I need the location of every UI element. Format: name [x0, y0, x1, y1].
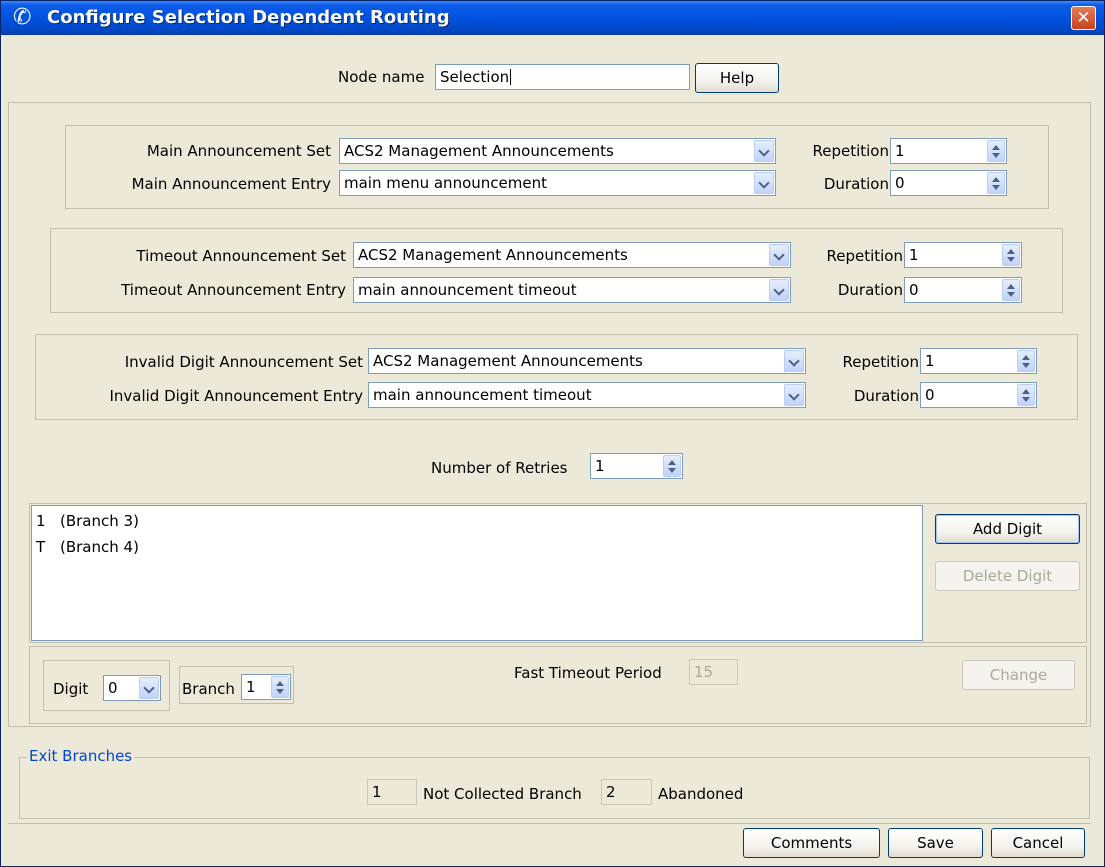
phone-icon: ✆ [13, 5, 32, 30]
window-title: Configure Selection Dependent Routing [47, 7, 450, 28]
save-button[interactable]: Save [888, 828, 983, 858]
main-repetition-spinner[interactable]: 1 [890, 138, 1007, 164]
spin-arrows-icon[interactable] [1017, 350, 1035, 372]
branch-label: Branch [182, 680, 235, 698]
close-button[interactable]: ✕ [1071, 6, 1096, 30]
timeout-entry-label: Timeout Announcement Entry [121, 281, 346, 299]
spin-arrows-icon[interactable] [1002, 244, 1020, 266]
change-button[interactable]: Change [962, 660, 1075, 690]
title-bar[interactable]: ✆ Configure Selection Dependent Routing … [1, 1, 1104, 35]
invalid-entry-select[interactable]: main announcement timeout [368, 382, 806, 408]
digit-select[interactable]: 0 [103, 675, 161, 701]
invalid-duration-label: Duration [853, 387, 919, 405]
digit-branch-list[interactable]: 1 (Branch 3) T (Branch 4) [31, 505, 923, 641]
retries-spinner[interactable]: 1 [590, 453, 683, 479]
node-name-label: Node name [338, 68, 425, 86]
invalid-repetition-spinner[interactable]: 1 [920, 348, 1037, 374]
timeout-set-label: Timeout Announcement Set [136, 247, 346, 265]
abandoned-branch-field: 2 [601, 779, 652, 805]
main-entry-label: Main Announcement Entry [131, 175, 331, 193]
retries-label: Number of Retries [431, 459, 568, 477]
dialog-window: ✆ Configure Selection Dependent Routing … [0, 0, 1105, 867]
chevron-down-icon[interactable] [769, 244, 789, 266]
spin-arrows-icon[interactable] [271, 676, 289, 698]
main-duration-label: Duration [823, 175, 889, 193]
branch-spinner[interactable]: 1 [241, 674, 291, 700]
timeout-repetition-label: Repetition [826, 247, 903, 265]
list-item[interactable]: 1 (Branch 3) [36, 512, 139, 530]
digit-label: Digit [53, 680, 89, 698]
footer-divider [8, 823, 1091, 824]
chevron-down-icon[interactable] [139, 677, 159, 699]
node-name-value: Selection [440, 68, 510, 86]
abandoned-branch-label: Abandoned [658, 785, 744, 803]
node-name-input[interactable]: Selection [435, 64, 690, 90]
exit-branches-legend: Exit Branches [27, 747, 135, 765]
main-duration-spinner[interactable]: 0 [890, 170, 1007, 196]
invalid-set-select[interactable]: ACS2 Management Announcements [368, 348, 806, 374]
timeout-repetition-spinner[interactable]: 1 [904, 242, 1022, 268]
spin-arrows-icon[interactable] [987, 172, 1005, 194]
help-button[interactable]: Help [695, 63, 779, 93]
main-set-select[interactable]: ACS2 Management Announcements [339, 138, 776, 164]
spin-arrows-icon[interactable] [1017, 384, 1035, 406]
spin-arrows-icon[interactable] [663, 455, 681, 477]
chevron-down-icon[interactable] [784, 384, 804, 406]
main-repetition-label: Repetition [812, 142, 889, 160]
not-collected-branch-label: Not Collected Branch [423, 785, 582, 803]
spin-arrows-icon[interactable] [987, 140, 1005, 162]
delete-digit-button[interactable]: Delete Digit [935, 561, 1080, 591]
list-item[interactable]: T (Branch 4) [36, 538, 139, 556]
main-set-label: Main Announcement Set [146, 142, 331, 160]
timeout-entry-select[interactable]: main announcement timeout [353, 277, 791, 303]
cancel-button[interactable]: Cancel [991, 828, 1085, 858]
timeout-set-select[interactable]: ACS2 Management Announcements [353, 242, 791, 268]
chevron-down-icon[interactable] [754, 140, 774, 162]
main-entry-select[interactable]: main menu announcement [339, 170, 776, 196]
add-digit-button[interactable]: Add Digit [935, 514, 1080, 544]
invalid-set-label: Invalid Digit Announcement Set [124, 353, 363, 371]
comments-button[interactable]: Comments [743, 828, 880, 858]
timeout-duration-spinner[interactable]: 0 [904, 277, 1022, 303]
fast-timeout-field[interactable]: 15 [689, 659, 738, 685]
invalid-repetition-label: Repetition [842, 353, 919, 371]
chevron-down-icon[interactable] [769, 279, 789, 301]
fast-timeout-label: Fast Timeout Period [514, 664, 662, 682]
invalid-entry-label: Invalid Digit Announcement Entry [109, 387, 363, 405]
not-collected-branch-field: 1 [367, 779, 417, 805]
invalid-duration-spinner[interactable]: 0 [920, 382, 1037, 408]
chevron-down-icon[interactable] [784, 350, 804, 372]
spin-arrows-icon[interactable] [1002, 279, 1020, 301]
timeout-duration-label: Duration [837, 281, 903, 299]
chevron-down-icon[interactable] [754, 172, 774, 194]
